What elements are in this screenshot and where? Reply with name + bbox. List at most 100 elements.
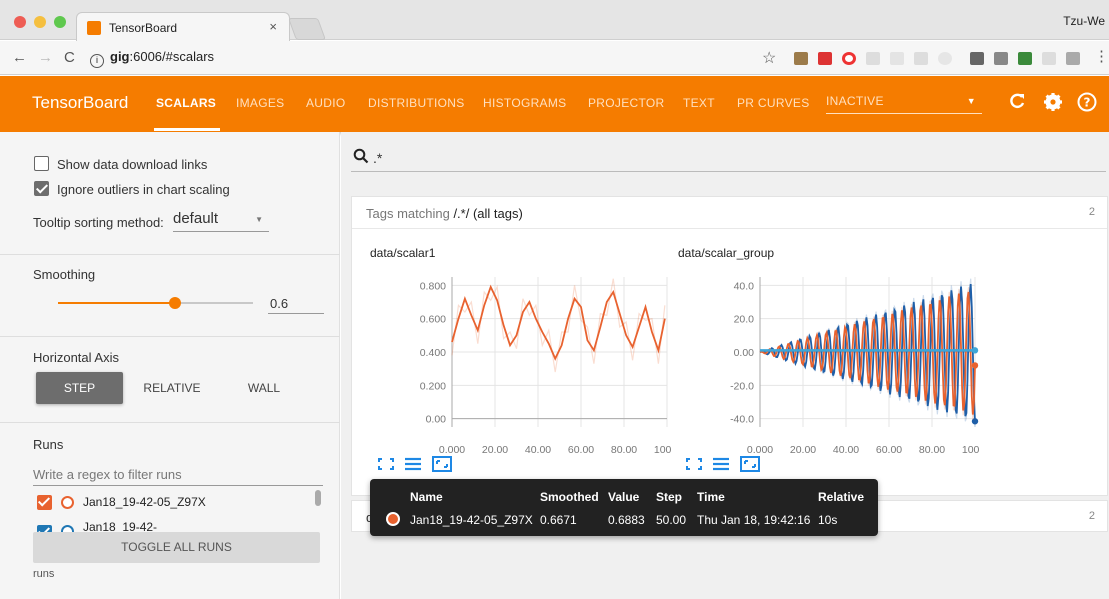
- url-host: gig: [110, 49, 130, 64]
- tab-scalars[interactable]: SCALARS: [156, 96, 216, 110]
- extension-icon[interactable]: [994, 52, 1008, 65]
- tab-images[interactable]: IMAGES: [236, 96, 284, 110]
- log-scale-icon[interactable]: [712, 457, 730, 471]
- tag-filter-input[interactable]: .*: [351, 144, 1106, 172]
- help-icon[interactable]: ?: [1076, 92, 1098, 114]
- divider: [0, 336, 340, 337]
- tooltip-time: Thu Jan 18, 19:42:16: [697, 513, 811, 527]
- dropdown-arrow-icon: ▼: [966, 96, 976, 106]
- tooltip-sorting-select[interactable]: default ▼: [173, 210, 269, 232]
- expand-chart-icon[interactable]: [432, 456, 452, 472]
- tab-histograms[interactable]: HISTOGRAMS: [483, 96, 566, 110]
- y-tick-label: -20.0: [730, 380, 754, 392]
- fit-domain-icon[interactable]: [685, 457, 703, 471]
- site-info-icon[interactable]: i: [90, 54, 104, 68]
- y-tick-label: 0.00: [734, 347, 755, 359]
- extension-icon[interactable]: [866, 52, 880, 65]
- sidebar: Show data download links Ignore outliers…: [0, 132, 340, 599]
- run-color-dot: [386, 512, 400, 526]
- category-header[interactable]: Tags matching /.*/ (all tags) 2: [352, 197, 1107, 229]
- chart-tooltip: Name Smoothed Value Step Time Relative J…: [370, 479, 878, 536]
- ignore-outliers-checkbox[interactable]: [34, 181, 49, 196]
- x-tick-label: 40.00: [525, 444, 551, 456]
- y-tick-label: 0.600: [420, 314, 446, 326]
- tooltip-value: 0.6883: [608, 513, 645, 527]
- expand-chart-icon[interactable]: [740, 456, 760, 472]
- axis-step-button[interactable]: STEP: [36, 372, 123, 404]
- reload-icon[interactable]: C: [64, 49, 75, 66]
- series-endpoint: [971, 347, 979, 354]
- maximize-window-icon[interactable]: [54, 16, 66, 28]
- opera-extension-icon[interactable]: [842, 52, 856, 65]
- runs-filter-input[interactable]: Write a regex to filter runs: [33, 464, 323, 486]
- browser-menu-icon[interactable]: ⋮: [1094, 47, 1109, 65]
- axis-relative-button[interactable]: RELATIVE: [128, 372, 216, 404]
- tooltip-step: 50.00: [656, 513, 687, 527]
- fit-domain-icon[interactable]: [377, 457, 395, 471]
- browser-tab[interactable]: TensorBoard ×: [76, 12, 290, 41]
- extension-icon[interactable]: [970, 52, 984, 65]
- x-tick-label: 20.00: [790, 444, 816, 456]
- toggle-all-runs-button[interactable]: TOGGLE ALL RUNS: [33, 532, 320, 563]
- x-tick-label: 60.00: [876, 444, 902, 456]
- scalar-group-chart[interactable]: 0.000 20.00 40.00 60.00 80.00 100.0 -40.0 -20.0…: [710, 267, 980, 467]
- extension-icon[interactable]: [1018, 52, 1032, 65]
- close-window-icon[interactable]: [14, 16, 26, 28]
- tab-projector[interactable]: PROJECTOR: [588, 96, 665, 110]
- new-tab-button[interactable]: [287, 18, 327, 40]
- forward-icon[interactable]: →: [38, 49, 53, 66]
- smoothing-slider-knob[interactable]: [169, 297, 181, 309]
- extension-icon[interactable]: [914, 52, 928, 65]
- extension-icon[interactable]: [818, 52, 832, 65]
- show-download-links-label: Show data download links: [57, 157, 208, 172]
- x-tick-label: 0.000: [439, 444, 465, 456]
- tooltip-header-step: Step: [656, 490, 683, 504]
- y-tick-label: 0.800: [420, 280, 446, 292]
- show-download-links-checkbox[interactable]: [34, 156, 49, 171]
- log-scale-icon[interactable]: [404, 457, 422, 471]
- tab-close-icon[interactable]: ×: [269, 19, 277, 34]
- extension-icon[interactable]: [938, 52, 952, 65]
- axis-wall-button[interactable]: WALL: [220, 372, 308, 404]
- x-tick-label: 40.00: [833, 444, 859, 456]
- smoothing-slider-fill: [58, 302, 175, 304]
- inactive-dropdown-label: INACTIVE: [826, 94, 884, 108]
- tab-text[interactable]: TEXT: [683, 96, 715, 110]
- profile-name[interactable]: Tzu-We: [1063, 14, 1105, 28]
- runs-filter-placeholder: Write a regex to filter runs: [33, 467, 182, 482]
- tab-pr-curves[interactable]: PR CURVES: [737, 96, 810, 110]
- tab-audio[interactable]: AUDIO: [306, 96, 346, 110]
- minimize-window-icon[interactable]: [34, 16, 46, 28]
- url-field[interactable]: i gig:6006/#scalars: [90, 49, 214, 68]
- x-tick-label: 20.00: [482, 444, 508, 456]
- tooltip-smoothed: 0.6671: [540, 513, 577, 527]
- tooltip-run-name: Jan18_19-42-05_Z97X: [410, 513, 533, 527]
- bookmark-star-icon[interactable]: ☆: [762, 48, 776, 68]
- tag-filter-value: .*: [373, 150, 383, 166]
- y-tick-label: 0.400: [420, 347, 446, 359]
- settings-gear-icon[interactable]: [1042, 92, 1064, 114]
- runs-scrollbar[interactable]: [315, 490, 321, 506]
- reload-data-icon[interactable]: [1006, 92, 1028, 114]
- extension-icon[interactable]: [890, 52, 904, 65]
- address-bar-row: ← → C i gig:6006/#scalars ☆ ⋮: [0, 41, 1109, 75]
- scalar1-chart[interactable]: 0.000 20.00 40.00 60.00 80.00 100.0 0.00 0.200 0…: [402, 267, 672, 467]
- runs-label: Runs: [33, 437, 64, 452]
- extension-icon[interactable]: [794, 52, 808, 65]
- browser-tab-strip: TensorBoard × Tzu-We: [0, 0, 1109, 41]
- tab-distributions[interactable]: DISTRIBUTIONS: [368, 96, 465, 110]
- smoothing-slider[interactable]: [58, 297, 253, 309]
- extension-icon[interactable]: [1042, 52, 1056, 65]
- run-checkbox[interactable]: [37, 495, 52, 510]
- inactive-plugins-dropdown[interactable]: INACTIVE ▼: [826, 94, 982, 114]
- series-raw-line: [451, 278, 666, 373]
- back-icon[interactable]: ←: [12, 49, 27, 66]
- category-title: Tags matching /.*/ (all tags): [366, 206, 523, 221]
- app-title: TensorBoard: [32, 93, 129, 112]
- smoothing-value-input[interactable]: 0.6: [268, 292, 324, 314]
- y-tick-label: 40.0: [734, 280, 755, 292]
- series-endpoint: [971, 362, 979, 369]
- extension-icon[interactable]: [1066, 52, 1080, 65]
- chart-title: data/scalar1: [370, 246, 436, 260]
- chart-title: data/scalar_group: [678, 246, 775, 260]
